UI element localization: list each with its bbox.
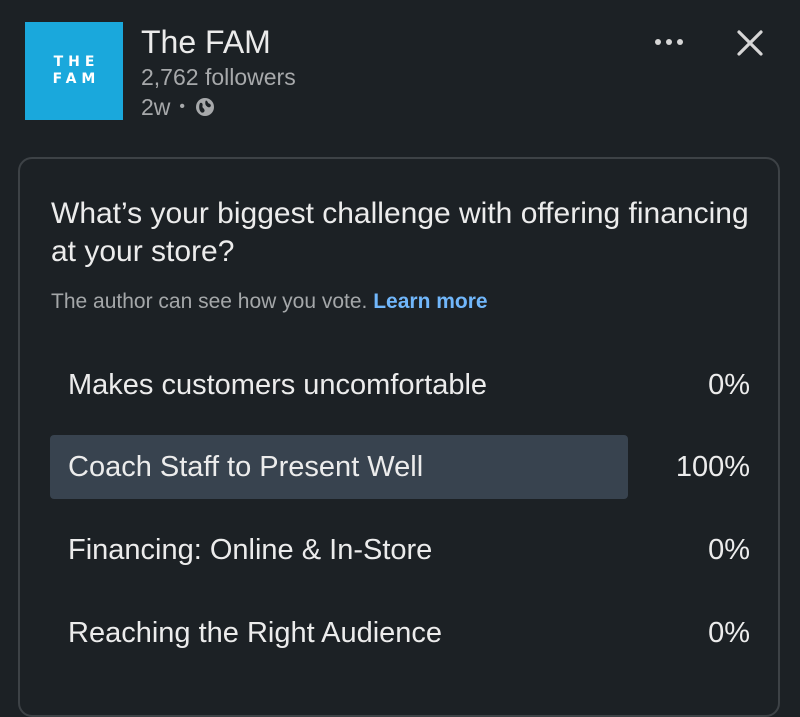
post-meta: 2w • — [141, 93, 215, 121]
poll-option[interactable]: Reaching the Right Audience 0% — [50, 601, 750, 665]
poll-option-percent: 0% — [708, 617, 750, 649]
poll-option[interactable]: Financing: Online & In-Store 0% — [50, 518, 750, 582]
poll-option-percent: 0% — [708, 534, 750, 566]
poll-disclaimer: The author can see how you vote. Learn m… — [51, 289, 488, 315]
learn-more-link[interactable]: Learn more — [373, 290, 487, 313]
poll-question: What’s your biggest challenge with offer… — [51, 197, 749, 268]
more-options-button[interactable] — [650, 30, 688, 54]
poll-option[interactable]: Coach Staff to Present Well 100% — [50, 435, 750, 499]
globe-icon — [196, 98, 215, 116]
follower-count: 2,762 followers — [141, 64, 296, 90]
close-icon — [737, 30, 763, 56]
post-header: THE FAM The FAM 2,762 followers 2w • — [0, 0, 800, 150]
disclaimer-text: The author can see how you vote. — [51, 290, 368, 313]
meta-separator: • — [179, 98, 186, 115]
close-button[interactable] — [733, 26, 767, 60]
poll-option-label: Makes customers uncomfortable — [68, 369, 488, 401]
poll-option-percent: 0% — [708, 369, 750, 401]
poll-option-percent: 100% — [675, 451, 750, 483]
ellipsis-icon — [655, 39, 683, 45]
poll-card: What’s your biggest challenge with offer… — [18, 157, 780, 717]
company-name[interactable]: The FAM — [141, 24, 271, 60]
post-age: 2w — [141, 94, 171, 120]
logo-text-line-2: FAM — [52, 71, 101, 87]
company-logo[interactable]: THE FAM — [25, 22, 123, 120]
poll-option[interactable]: Makes customers uncomfortable 0% — [50, 353, 750, 417]
poll-option-label: Financing: Online & In-Store — [68, 534, 433, 566]
poll-option-label: Reaching the Right Audience — [68, 617, 443, 649]
poll-option-label: Coach Staff to Present Well — [68, 451, 424, 483]
logo-text-line-1: THE — [53, 54, 100, 70]
